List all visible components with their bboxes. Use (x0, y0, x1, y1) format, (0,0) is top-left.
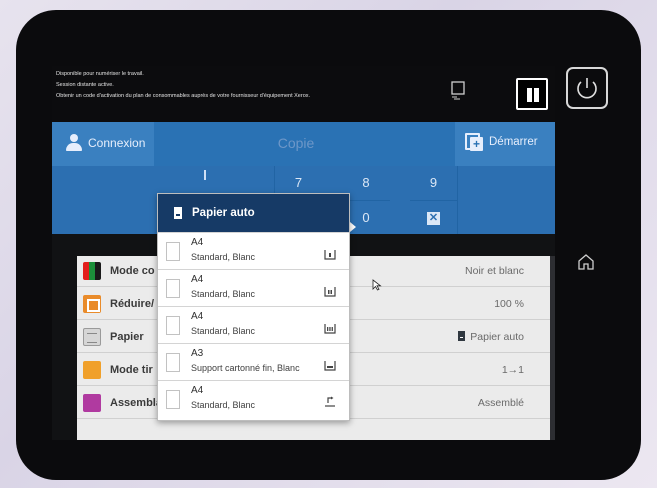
paper-option-3[interactable]: A4 Standard, Blanc (158, 306, 349, 343)
key-delete[interactable]: ✕ (410, 200, 458, 234)
demarrer-label: Démarrer (489, 136, 538, 148)
setting-label: Mode co (110, 265, 155, 277)
power-button[interactable] (566, 67, 608, 109)
setting-value: Noir et blanc (465, 265, 524, 277)
status-bar: Disponible pour numériser le travail. Se… (52, 66, 555, 122)
connexion-label: Connexion (88, 136, 146, 150)
connexion-button[interactable]: Connexion (52, 122, 154, 166)
status-line-1: Disponible pour numériser le travail. (56, 71, 144, 77)
setting-value: 100 % (494, 298, 524, 310)
tray-2-icon (324, 284, 336, 297)
page-title: Copie (277, 135, 315, 151)
setting-value: Assemblé (477, 397, 524, 409)
paper-option-2[interactable]: A4 Standard, Blanc (158, 269, 349, 306)
pause-button[interactable] (516, 78, 548, 110)
paper-desc: Support cartonné fin, Blanc (191, 363, 300, 373)
paper-desc: Standard, Blanc (191, 400, 256, 410)
paper-option-5[interactable]: A4 Standard, Blanc (158, 380, 349, 417)
person-icon (66, 134, 82, 152)
scrollbar[interactable] (550, 256, 555, 440)
paper-size: A4 (191, 385, 204, 396)
mouse-cursor-icon (372, 278, 382, 291)
paper-desc: Standard, Blanc (191, 289, 256, 299)
tray-1-icon (324, 247, 336, 260)
demarrer-button[interactable]: Démarrer (455, 122, 555, 166)
dropdown-header-label: Papier auto (192, 207, 255, 219)
sides-mode-icon (83, 361, 101, 379)
paper-desc: Standard, Blanc (191, 252, 256, 262)
delete-icon: ✕ (427, 212, 440, 226)
paper-size: A4 (191, 311, 204, 322)
app-bar: Connexion Copie Démarrer (52, 122, 555, 166)
start-copy-icon (465, 133, 483, 151)
job-status-icon[interactable] (451, 81, 465, 101)
paper-dropdown: Papier auto A4 Standard, Blanc A4 Standa… (157, 193, 350, 421)
setting-value: 1→1 (501, 364, 524, 376)
key-9[interactable]: 9 (410, 166, 458, 200)
paper-desc: Standard, Blanc (191, 326, 256, 336)
collate-icon (83, 394, 101, 412)
paper-option-4[interactable]: A3 Support cartonné fin, Blanc (158, 343, 349, 380)
home-button[interactable] (576, 252, 596, 272)
quantity-cursor (204, 170, 206, 180)
setting-label: Mode tir (110, 364, 153, 376)
paper-swatch (166, 353, 180, 372)
tray-3-icon (324, 321, 336, 334)
paper-size: A3 (191, 348, 204, 359)
paper-icon (174, 207, 182, 219)
paper-swatch (166, 390, 180, 409)
paper-swatch (166, 279, 180, 298)
paper-swatch (166, 316, 180, 335)
setting-label: Papier (110, 331, 144, 343)
status-line-3: Obtenir un code d'activation du plan de … (56, 93, 311, 99)
bypass-tray-icon (324, 395, 336, 407)
color-mode-icon (83, 262, 101, 280)
home-icon (578, 254, 594, 270)
status-line-2: Session distante active. (56, 82, 114, 88)
setting-value: Papier auto (458, 331, 524, 343)
paper-size: A4 (191, 237, 204, 248)
tray-4-icon (324, 358, 336, 371)
paper-icon (83, 328, 101, 346)
reduce-enlarge-icon (83, 295, 101, 313)
paper-size: A4 (191, 274, 204, 285)
dropdown-pointer-arrow (350, 222, 356, 232)
paper-tray-icon (458, 331, 466, 341)
paper-swatch (166, 242, 180, 261)
setting-label: Réduire/ (110, 298, 155, 310)
paper-option-1[interactable]: A4 Standard, Blanc (158, 232, 349, 269)
paper-auto-option[interactable]: Papier auto (158, 194, 349, 232)
